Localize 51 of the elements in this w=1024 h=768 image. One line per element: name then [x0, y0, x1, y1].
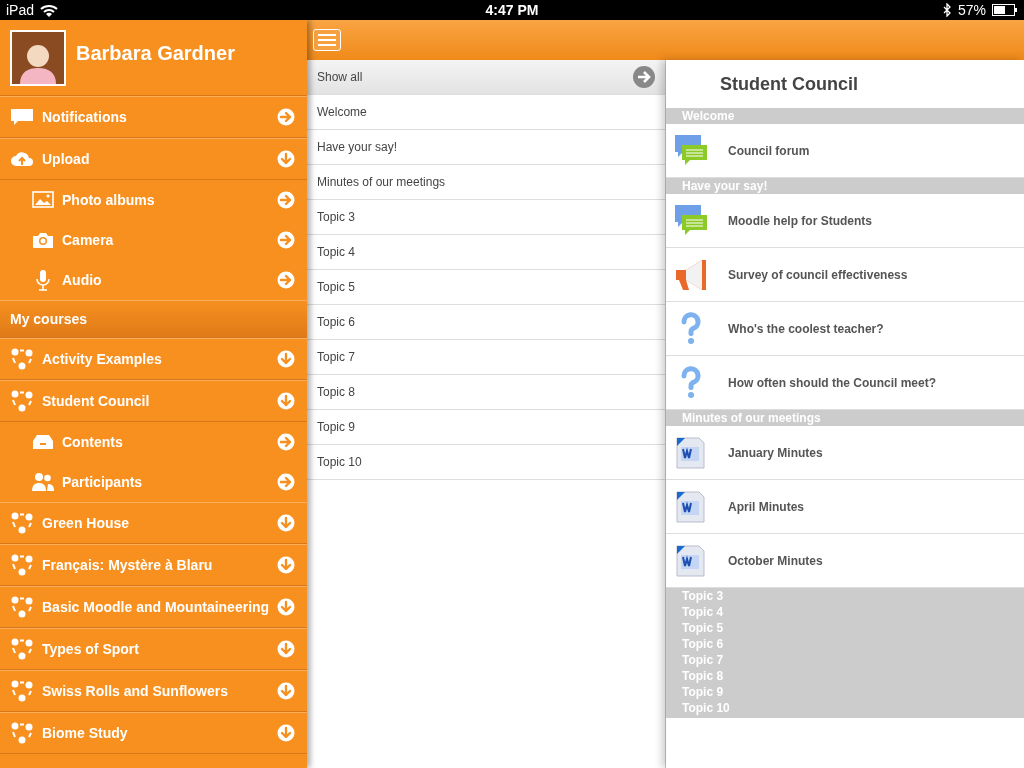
- right-arrow-icon: [277, 473, 295, 491]
- activity-item[interactable]: Who's the coolest teacher?: [666, 302, 1024, 356]
- menu-button[interactable]: [313, 29, 341, 51]
- course-icon: [10, 554, 34, 576]
- course-icon: [10, 512, 34, 534]
- activity-item[interactable]: January Minutes: [666, 426, 1024, 480]
- course-icon: [10, 348, 34, 370]
- speech-bubble-icon: [10, 107, 34, 127]
- right-arrow-icon: [277, 231, 295, 249]
- camera-icon: [32, 231, 54, 249]
- people-icon: [32, 472, 54, 492]
- course-icon: [10, 638, 34, 660]
- word-document-icon: [674, 543, 708, 578]
- forum-icon: [674, 203, 708, 238]
- right-arrow-icon: [277, 271, 295, 289]
- course-title: Student Council: [719, 72, 859, 96]
- device-name: iPad: [6, 2, 35, 18]
- down-arrow-icon: [277, 724, 295, 742]
- down-arrow-icon: [277, 682, 295, 700]
- down-arrow-icon: [277, 350, 295, 368]
- menu-icon: [317, 33, 337, 47]
- right-arrow-icon: [277, 108, 295, 126]
- down-arrow-icon: [277, 150, 295, 168]
- course-icon: [10, 390, 34, 412]
- forum-icon: [674, 133, 708, 168]
- user-name: Barbara Gardner: [76, 42, 235, 65]
- tray-icon: [32, 434, 54, 450]
- megaphone-icon: [674, 257, 708, 292]
- course-icon: [10, 722, 34, 744]
- course-icon: [10, 596, 34, 618]
- clock: 4:47 PM: [485, 2, 539, 18]
- right-arrow-icon: [277, 191, 295, 209]
- battery-percentage: 57%: [958, 2, 986, 18]
- bluetooth-icon: [943, 3, 952, 17]
- battery-icon: [992, 4, 1018, 16]
- wifi-icon: [40, 3, 59, 17]
- cloud-upload-icon: [10, 150, 34, 168]
- topic-item[interactable]: Show all: [307, 60, 665, 95]
- course-icon: [10, 680, 34, 702]
- activity-item[interactable]: Moodle help for Students: [666, 194, 1024, 248]
- down-arrow-icon: [277, 556, 295, 574]
- down-arrow-icon: [277, 514, 295, 532]
- activity-item[interactable]: Survey of council effectiveness: [666, 248, 1024, 302]
- down-arrow-icon: [277, 640, 295, 658]
- activity-item[interactable]: April Minutes: [666, 480, 1024, 534]
- word-document-icon: [674, 435, 708, 470]
- picture-icon: [32, 191, 54, 209]
- word-document-icon: [674, 489, 708, 524]
- right-arrow-icon: [277, 433, 295, 451]
- section-header: My courses: [0, 300, 307, 338]
- down-arrow-icon: [277, 392, 295, 410]
